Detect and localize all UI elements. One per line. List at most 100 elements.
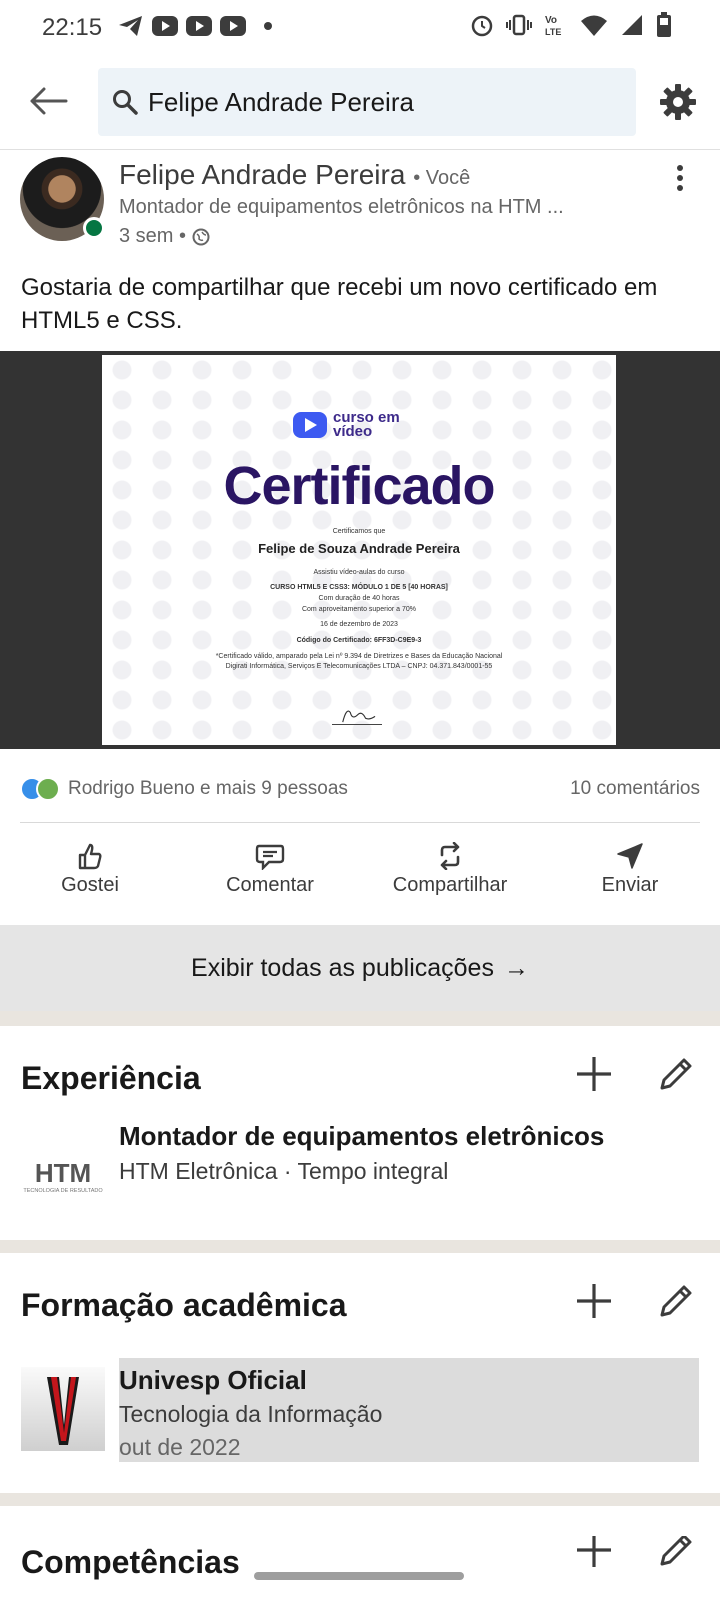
battery-icon [657,12,671,37]
system-icons: Vo LTE [470,12,672,38]
company-logo-text: HTM [35,1158,91,1188]
back-button[interactable] [24,76,72,126]
comment-icon [255,844,285,870]
support-reaction-icon [36,777,60,801]
skills-title: Competências [21,1544,240,1580]
post-actions: Gostei Comentar Compartilhar Enviar [0,831,720,907]
certificate-line: Código do Certificado: 6FF3D-C9E9-3 [296,637,422,644]
send-icon [617,842,643,869]
edit-experience-button[interactable] [656,1054,696,1094]
youtube-icon [186,16,212,36]
post-author[interactable]: Felipe Andrade Pereira • Você [119,159,470,191]
section-separator [0,1011,720,1026]
experience-role[interactable]: Montador de equipamentos eletrônicos [119,1121,604,1152]
education-title: Formação acadêmica [21,1287,347,1323]
thumbs-up-icon [78,843,102,869]
show-all-posts-button[interactable]: Exibir todas as publicações → [0,925,720,1011]
education-section: Formação acadêmica Univesp Oficial Tecno… [0,1253,720,1493]
post-timestamp: 3 sem • [119,225,210,248]
htm-logo: HTM TECNOLOGIA DE RESULTADO [23,1158,103,1194]
signal-icon [622,15,642,35]
more-dot [677,175,683,181]
youtube-icon [152,16,178,36]
post-author-headline: Montador de equipamentos eletrônicos na … [119,196,564,218]
svg-text:Vo: Vo [545,15,557,26]
more-options-button[interactable] [668,161,692,195]
section-separator [0,1493,720,1506]
volte-icon: VoLTE [545,15,561,37]
gear-icon [660,84,696,120]
post-time: 3 sem • [119,225,187,247]
certificate-line: Digirati Informática, Serviços E Telecom… [225,663,493,670]
play-icon [293,412,327,438]
gesture-nav-handle[interactable] [254,1572,464,1580]
skills-section: Competências [0,1506,720,1600]
edit-education-button[interactable] [656,1281,696,1321]
certificate-signature [332,710,382,725]
telegram-icon [119,16,142,36]
more-dot [677,165,683,171]
education-date: out de 2022 [119,1434,241,1460]
certificate-line: CURSO HTML5 E CSS3: MÓDULO 1 DE 5 [40 HO… [270,584,448,591]
experience-section: Experiência HTM TECNOLOGIA DE RESULTADO … [0,1026,720,1240]
add-skill-button[interactable] [574,1530,614,1570]
comment-label: Comentar [226,873,314,896]
add-experience-button[interactable] [574,1054,614,1094]
comments-count[interactable]: 10 comentários [570,778,700,800]
post-media[interactable]: curso em vídeo Certificado Certificamos … [0,351,720,749]
search-input[interactable]: Felipe Andrade Pereira [148,87,414,118]
post-card: Felipe Andrade Pereira • Você Montador d… [0,151,720,925]
online-status-indicator [83,217,105,239]
company-logo-subtext: TECNOLOGIA DE RESULTADO [23,1188,103,1194]
section-separator [0,1240,720,1253]
certificate-title: Certificado [223,456,495,516]
education-school[interactable]: Univesp Oficial [119,1365,307,1396]
youtube-icon [220,16,246,36]
share-button[interactable]: Compartilhar [360,831,540,907]
notification-icons [118,14,272,38]
univesp-logo [21,1367,105,1451]
experience-company: HTM Eletrônica · Tempo integral [119,1158,449,1184]
repost-icon [440,841,460,870]
search-bar[interactable]: Felipe Andrade Pereira [98,68,636,136]
post-text: Gostaria de compartilhar que recebi um n… [21,274,658,334]
post-author-tag: • Você [413,167,471,189]
post-author-name[interactable]: Felipe Andrade Pereira [119,159,405,190]
globe-icon [192,228,210,245]
add-education-button[interactable] [574,1281,614,1321]
send-label: Enviar [601,873,659,896]
send-button[interactable]: Enviar [540,831,720,907]
like-label: Gostei [61,873,119,896]
school-logo[interactable] [21,1367,105,1451]
like-button[interactable]: Gostei [0,831,180,907]
settings-button[interactable] [656,80,700,124]
certificate-logo: curso em vídeo [293,409,413,440]
alarm-icon [471,15,493,37]
edit-skills-button[interactable] [656,1530,696,1570]
social-counts: Rodrigo Bueno e mais 9 pessoas 10 coment… [20,769,700,809]
status-time: 22:15 [42,14,103,41]
skills-mask [0,1526,720,1536]
arrow-right-icon: → [503,953,529,982]
certificate-line: *Certificado válido, amparado pela Lei n… [215,653,503,660]
certificate-line: Com aproveitamento superior a 70% [301,606,416,613]
reactors-text[interactable]: Rodrigo Bueno e mais 9 pessoas [68,778,348,800]
education-field: Tecnologia da Informação [119,1401,383,1427]
vibrate-icon [506,14,532,36]
certificate-logo-text: curso em vídeo [333,409,400,440]
show-all-label: Exibir todas as publicações [191,953,494,982]
wifi-icon [581,15,607,36]
more-dot [677,185,683,191]
experience-title: Experiência [21,1060,201,1096]
company-logo[interactable]: HTM TECNOLOGIA DE RESULTADO [21,1136,105,1220]
reactions-summary[interactable]: Rodrigo Bueno e mais 9 pessoas [20,777,348,801]
dot-icon [264,22,272,30]
certificate-image[interactable]: curso em vídeo Certificado Certificamos … [102,355,616,745]
certificate-line: Assistiu vídeo-aulas do curso [313,569,405,576]
certificate-recipient: Felipe de Souza Andrade Pereira [258,541,460,556]
certificate-line: Certificamos que [332,528,386,535]
search-icon [113,90,138,115]
status-bar: 22:15 Vo LTE [0,0,720,56]
comment-button[interactable]: Comentar [180,831,360,907]
divider [20,822,700,823]
